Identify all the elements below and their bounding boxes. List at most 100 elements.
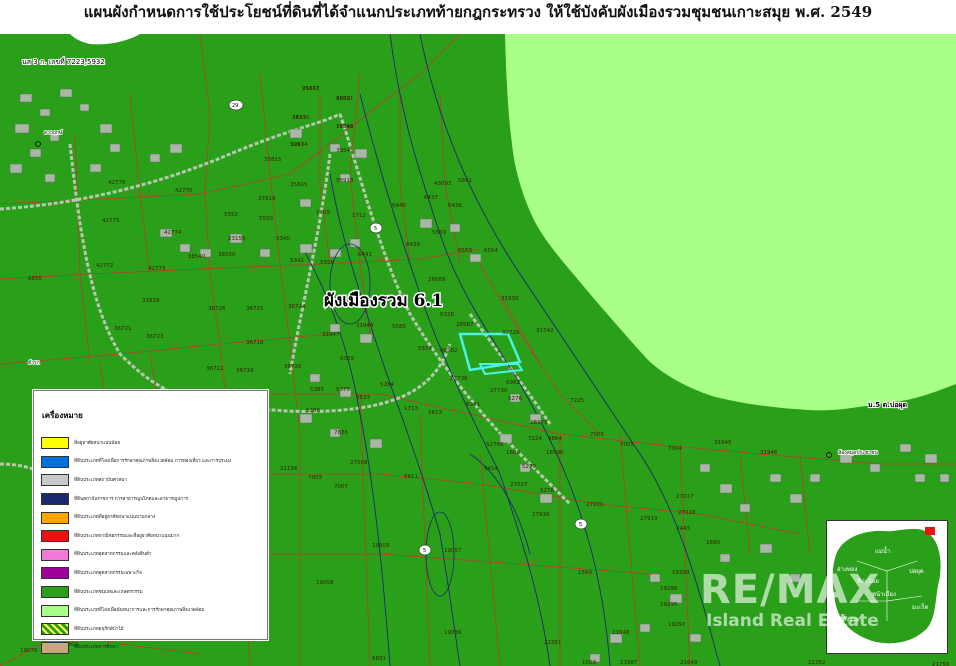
plot-number: 27919 (640, 516, 658, 522)
plot-number: 23155 (228, 236, 246, 242)
inset-label: มะเร็ต (912, 602, 928, 611)
plot-number: 16596 (546, 450, 564, 456)
island-shape (831, 528, 942, 645)
legend-label: ที่ดินประเภทอนุรักษ์ป่าไม้ (74, 626, 124, 632)
plot-number: 38550 (218, 252, 236, 258)
plot-number: 1690 (706, 540, 720, 546)
plot-number: 7004 (668, 446, 682, 452)
plot-number: 7836 (334, 430, 348, 436)
legend-label: ที่อยู่อาศัยหนาแน่นน้อย (74, 440, 121, 446)
legend-item: ที่ดินประเภทอุตสาหกรรมเฉพาะกิจ (41, 564, 267, 583)
plot-number: 6328 (440, 312, 454, 318)
legend-label: ที่ดินประเภทสถาบันศาสนา (74, 477, 127, 483)
inset-label: ตลิ่งงาม (839, 615, 860, 623)
plot-number: 36723 (146, 334, 164, 340)
plot-number: 7006 (590, 432, 604, 438)
legend-label: ที่ดินสถาบันราชการ การสาธารณูปโภคและสาธา… (74, 496, 189, 502)
plot-number: 19303 (372, 543, 390, 549)
plot-number: 42773 (148, 266, 166, 272)
legend-item: ที่ดินประเภทชนบทและเกษตรกรรม (41, 583, 267, 602)
plot-number: 19297 (668, 622, 686, 628)
plot-number: 27027 (510, 482, 528, 488)
legend-label: ที่ดินประเภทอุตสาหกรรมและคลังสินค้า (74, 552, 152, 558)
plot-number: 19039 (444, 630, 462, 636)
plot-number: 5585 (392, 324, 406, 330)
plot-number: 31944 (356, 323, 374, 329)
plot-number: 5279 (522, 464, 536, 470)
legend-swatch (41, 623, 69, 636)
legend-swatch (41, 567, 69, 580)
plot-number: 6855 (28, 276, 42, 282)
legend-item: ที่อยู่อาศัยหนาแน่นน้อย (41, 434, 267, 453)
plot-number: 7224 (528, 436, 542, 442)
road-label: 5 (423, 548, 426, 554)
plot-number: 35913 (336, 178, 354, 184)
plot-number: 28375 (530, 420, 548, 426)
plot-number: 7225 (570, 398, 584, 404)
plot-number: 36725 (246, 306, 264, 312)
place-label: ห้องสมุดประชาชน (838, 449, 878, 456)
plot-number: 19058 (316, 580, 334, 586)
plot-number: 31946 (760, 450, 778, 456)
plot-number: 7003 (308, 475, 322, 481)
plot-number: 42775 (102, 218, 120, 224)
plot-number: 52766 (486, 442, 504, 448)
inset-map: แม่น้ำ บ่อผุด อ่างทอง มะเร็ต ตลิ่งงาม หน… (826, 520, 948, 654)
plot-number: 42772 (96, 263, 114, 269)
plot-number: 46582 (440, 348, 458, 354)
legend-item: ที่ดินประเภทอนุรักษ์ป่าไม้ (41, 620, 267, 639)
plot-number: 31629 (142, 298, 160, 304)
plot-number: 27018 (678, 510, 696, 516)
plot-number: 33545 (336, 148, 354, 154)
road-label: 5 (374, 226, 377, 232)
plot-number: 4689 (336, 96, 350, 102)
plot-number: 21648 (612, 630, 630, 636)
legend-swatch (41, 474, 69, 487)
plot-number: 7005 (620, 442, 634, 448)
plot-number: 27920 (586, 502, 604, 508)
plot-number: 28587 (456, 322, 474, 328)
plot-number: 27736 (450, 376, 468, 382)
plot-number: 21156 (280, 466, 298, 472)
legend-item: ที่ดินประเภทสถาบันศาสนา (41, 471, 267, 490)
map-legend: เครื่องหมาย ที่อยู่อาศัยหนาแน่นน้อยที่ดิ… (33, 390, 268, 654)
map-title: แผนผังกำหนดการใช้ประโยชน์ที่ดินที่ได้จำแ… (0, 0, 956, 34)
plot-number: 6533 (356, 395, 370, 401)
plot-number: 37819 (258, 196, 276, 202)
plot-number: 43093 (434, 181, 452, 187)
plot-number: 1047 (290, 142, 304, 148)
legend-label: ที่ดินประเภทที่โล่งเพื่อการรักษาคุณภาพสิ… (74, 459, 232, 465)
plot-number: 6441 (358, 252, 372, 258)
plot-number: 6437 (424, 195, 438, 201)
plot-number: 21755 (932, 662, 950, 666)
plot-number: 5375 (336, 387, 350, 393)
plot-number: 38540 (188, 254, 206, 260)
plot-number: 6553 (458, 248, 472, 254)
plot-number: 5340 (276, 236, 290, 242)
plot-number: 5552 (224, 212, 238, 218)
plot-number: 6329 (340, 356, 354, 362)
plot-number: 35815 (290, 182, 308, 188)
deed-label: นส 3 ก. เลขที่ 7223,5932 (22, 57, 105, 66)
plot-number: 36722 (206, 366, 224, 372)
plot-number: 19057 (444, 548, 462, 554)
legend-swatch (41, 493, 69, 506)
legend-item: ที่ดินประเภทที่โล่งเพื่อนันทนาการและการร… (41, 601, 267, 620)
plot-number: 16591 (336, 124, 354, 130)
plot-number: 27916 (532, 512, 550, 518)
plot-number: 31945 (714, 440, 732, 446)
plot-number: 19399 (672, 570, 690, 576)
plot-number: 22351 (544, 640, 562, 646)
legend-swatch (41, 586, 69, 599)
legend-title: เครื่องหมาย (42, 411, 83, 420)
plot-number: 19298 (660, 586, 678, 592)
plot-number: 19295 (660, 602, 678, 608)
inset-label: หน้าเมือง (872, 590, 896, 598)
plot-number: 5556 (320, 260, 334, 266)
plot-number: 36720 (284, 364, 302, 370)
plot-number: 5611 (404, 474, 418, 480)
plot-number: 5550 (259, 216, 273, 222)
plot-number: 27730 (490, 388, 508, 394)
plot-number: 5414 (484, 466, 498, 472)
plot-number: 7007 (334, 484, 348, 490)
